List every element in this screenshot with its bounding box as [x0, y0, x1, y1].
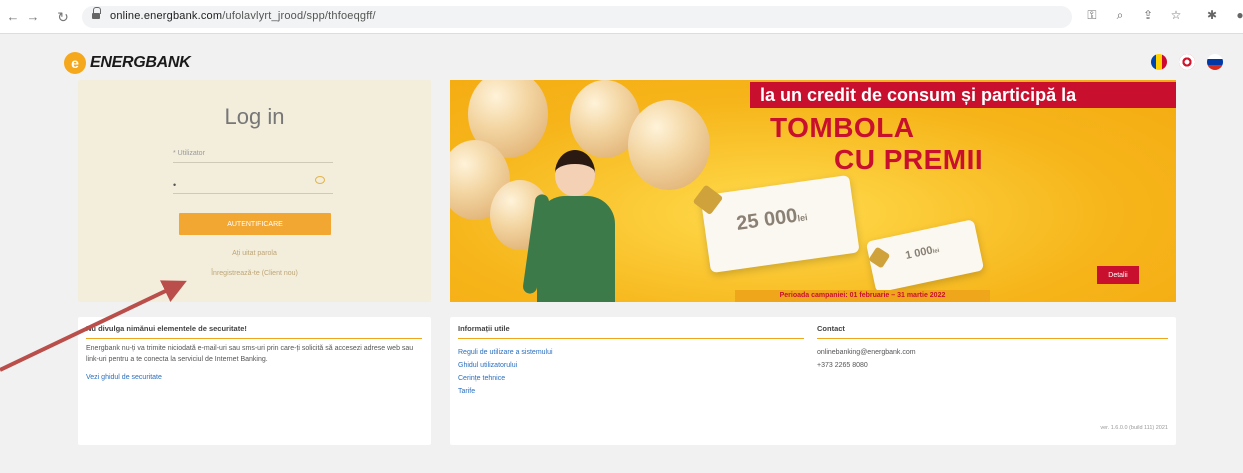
- lock-icon[interactable]: [92, 7, 101, 20]
- woman-image: [522, 108, 615, 302]
- energbank-logo[interactable]: e ENERGBANK: [64, 52, 191, 74]
- username-label: * Utilizator: [173, 150, 205, 157]
- forward-icon[interactable]: →: [26, 9, 40, 25]
- tariffs-link[interactable]: Tarife: [458, 388, 804, 395]
- username-field[interactable]: * Utilizator: [173, 150, 333, 163]
- reload-icon[interactable]: ↻: [56, 9, 70, 25]
- woman-head: [555, 150, 595, 196]
- extensions-icon[interactable]: ✱: [1205, 7, 1219, 23]
- banner-headline-2: CU PREMII: [834, 144, 984, 175]
- useful-info-title: Informații utile: [458, 324, 804, 339]
- woman-body: [522, 193, 615, 302]
- register-link[interactable]: Înregistrează-te (Client nou): [78, 270, 431, 277]
- contact-section: Contact onlinebanking@energbank.com +373…: [817, 324, 1168, 369]
- russia-flag-icon[interactable]: [1207, 54, 1223, 70]
- password-underline: [173, 193, 333, 194]
- security-notice: Nu divulga nimănui elementele de securit…: [78, 317, 431, 445]
- moldova-flag-icon[interactable]: [1151, 54, 1167, 70]
- details-button[interactable]: Detalii: [1097, 266, 1139, 284]
- browser-toolbar: ← → ↻ online.energbank.com/ufolavlyrt_jr…: [0, 0, 1243, 34]
- version-text: ver. 1.6.0.0 (build 111) 2021: [1100, 425, 1168, 431]
- user-guide-link[interactable]: Ghidul utilizatorului: [458, 362, 804, 369]
- forgot-password-link[interactable]: Ați uitat parola: [78, 250, 431, 257]
- promo-banner[interactable]: la un credit de consum și participă la T…: [450, 80, 1176, 302]
- technical-requirements-link[interactable]: Cerințe tehnice: [458, 375, 804, 382]
- useful-info-section: Informații utile Reguli de utilizare a s…: [458, 324, 804, 395]
- contact-email: onlinebanking@energbank.com: [817, 349, 916, 356]
- security-title: Nu divulga nimănui elementele de securit…: [86, 324, 422, 339]
- logo-text: ENERGBANK: [90, 54, 191, 71]
- browser-actions: ⚿ ⌕ ⇪ ☆ ✱ ● ⋮: [1085, 7, 1243, 23]
- contact-phone: +373 2265 8080: [817, 362, 868, 369]
- username-underline: [173, 162, 333, 163]
- star-icon[interactable]: ☆: [1169, 7, 1183, 23]
- password-field[interactable]: [173, 175, 333, 194]
- login-title: Log in: [224, 104, 285, 129]
- gift-bow-icon: [868, 246, 891, 269]
- banner-headline-1: TOMBOLA: [770, 112, 915, 143]
- banner-top-text: la un credit de consum și participă la: [750, 82, 1176, 108]
- contact-title: Contact: [817, 324, 1168, 339]
- zoom-icon[interactable]: ⌕: [1113, 7, 1127, 23]
- show-password-icon[interactable]: [315, 176, 325, 184]
- login-panel: Log in * Utilizator AUTENTIFICARE Ați ui…: [78, 80, 431, 302]
- back-icon[interactable]: ←: [6, 9, 20, 25]
- info-panel: Informații utile Reguli de utilizare a s…: [450, 317, 1176, 445]
- login-button[interactable]: AUTENTIFICARE: [179, 213, 331, 235]
- password-input[interactable]: [173, 179, 333, 191]
- logo-mark-icon: e: [64, 52, 86, 74]
- address-bar[interactable]: online.energbank.com/ufolavlyrt_jrood/sp…: [82, 6, 1072, 28]
- security-guide-link[interactable]: Vezi ghidul de securitate: [86, 374, 162, 381]
- campaign-period: Perioada campaniei: 01 februarie – 31 ma…: [735, 290, 990, 302]
- security-text: Energbank nu-ți va trimite niciodată e-m…: [86, 345, 414, 363]
- language-switcher: [1151, 54, 1223, 70]
- page-content: e ENERGBANK Log in * Utilizator AUTENTIF…: [0, 35, 1243, 473]
- share-icon[interactable]: ⇪: [1141, 7, 1155, 23]
- profile-icon[interactable]: ●: [1233, 7, 1243, 23]
- url-text: online.energbank.com/ufolavlyrt_jrood/sp…: [110, 10, 376, 22]
- uk-flag-icon[interactable]: [1179, 54, 1195, 70]
- balloon-image: [628, 100, 710, 190]
- key-icon[interactable]: ⚿: [1085, 7, 1099, 23]
- usage-rules-link[interactable]: Reguli de utilizare a sistemului: [458, 349, 804, 356]
